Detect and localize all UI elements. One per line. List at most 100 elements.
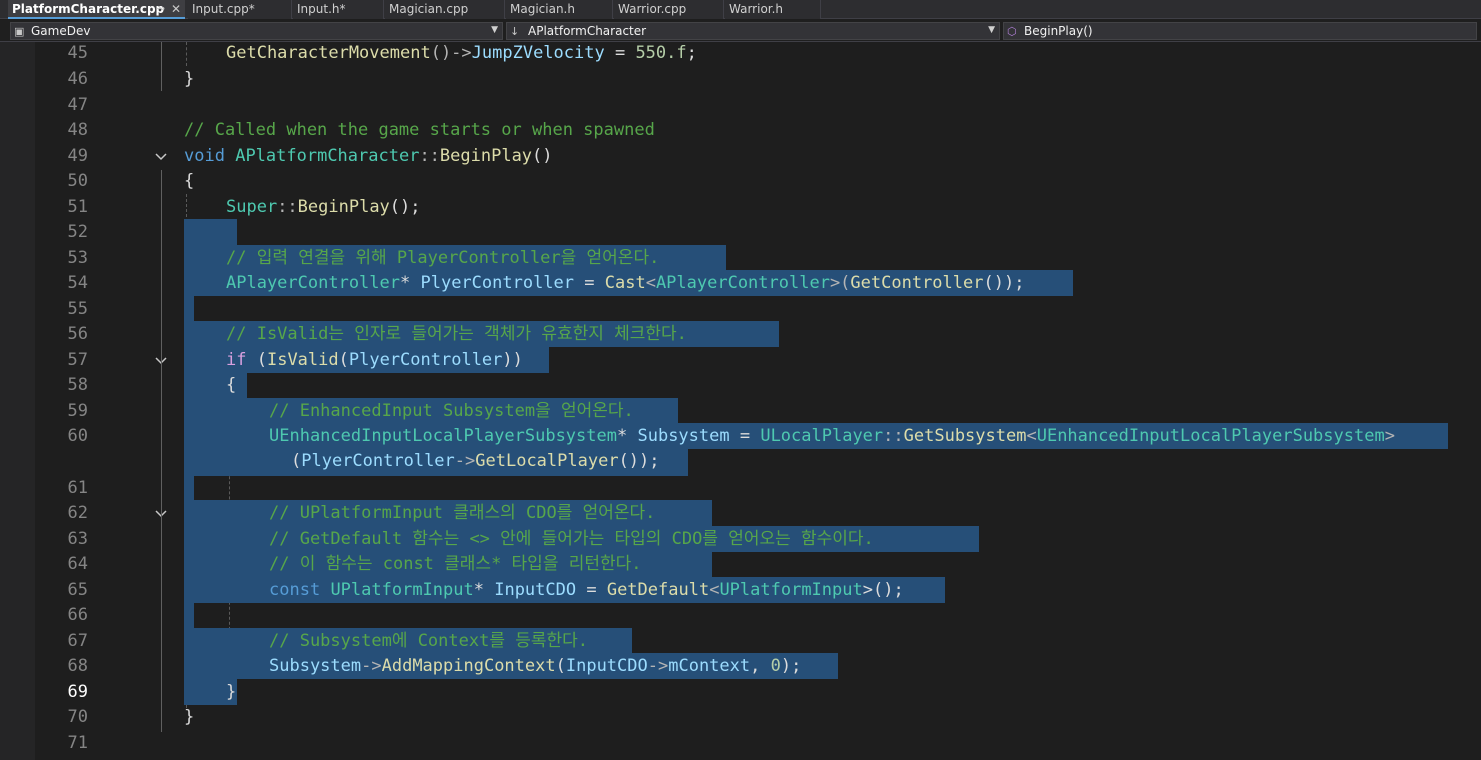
code-token: } <box>184 707 195 727</box>
code-line[interactable]: // IsValid는 인자로 들어가는 객체가 유효한지 체크한다. <box>226 324 687 344</box>
code-token: void <box>184 146 225 166</box>
code-token: < <box>645 273 656 293</box>
code-line[interactable]: } <box>184 707 194 727</box>
pin-icon[interactable]: ⊸ <box>156 0 165 17</box>
vertical-scrollbar[interactable] <box>1465 42 1481 760</box>
scope-dropdown[interactable]: ↓ APlatformCharacter ▼ <box>506 22 1000 40</box>
code-token: = <box>604 43 636 63</box>
selection-row <box>184 219 237 245</box>
line-number: 65 <box>67 580 88 600</box>
code-token: { <box>184 171 195 191</box>
code-line[interactable]: void APlatformCharacter::BeginPlay() <box>184 146 553 166</box>
code-editor[interactable]: 45 46 47 48 49 50 51 52 53 54 55 56 57 58 59 60 61 62 63 64… <box>0 42 1481 760</box>
tab-label: Magician.h <box>510 2 575 16</box>
code-token: // EnhancedInput Subsystem을 얻어온다. <box>269 401 634 421</box>
line-number: 51 <box>67 197 88 217</box>
code-line[interactable]: // GetDefault 함수는 <> 안에 들어가는 타입의 CDO를 얻어… <box>269 529 874 549</box>
tab-magician-h[interactable]: Magician.h <box>506 0 613 19</box>
code-line[interactable]: Super::BeginPlay(); <box>226 197 421 217</box>
line-number: 49 <box>67 146 88 166</box>
tab-warrior-cpp[interactable]: Warrior.cpp <box>614 0 724 19</box>
code-token: ()); <box>618 451 660 471</box>
code-token: BeginPlay <box>439 146 533 166</box>
line-number: 45 <box>67 43 88 63</box>
code-token: { <box>226 375 237 395</box>
code-line[interactable]: // 이 함수는 const 클래스* 타입을 리턴한다. <box>269 554 641 574</box>
code-token: ( <box>246 350 267 370</box>
tab-label: Input.h* <box>297 2 346 16</box>
code-line[interactable]: } <box>184 69 194 89</box>
code-line[interactable]: Subsystem->AddMappingContext(InputCDO->m… <box>269 656 801 676</box>
selection-row <box>184 475 194 501</box>
glyph-margin <box>0 42 35 760</box>
selection-row <box>184 296 194 322</box>
code-token: 0 <box>770 656 781 676</box>
code-line[interactable]: APlayerController* PlyerController = Cas… <box>226 273 1024 293</box>
line-number: 59 <box>67 401 88 421</box>
tab-magician-cpp[interactable]: Magician.cpp <box>385 0 505 19</box>
code-token: , <box>750 656 771 676</box>
code-token: ()-> <box>430 43 472 63</box>
line-number: 70 <box>67 707 88 727</box>
code-token: :: <box>419 146 440 166</box>
line-number: 57 <box>67 350 88 370</box>
line-number: 63 <box>67 529 88 549</box>
code-line[interactable]: // Subsystem에 Context를 등록한다. <box>269 631 588 651</box>
line-number: 67 <box>67 631 88 651</box>
member-dropdown[interactable]: ⬡ BeginPlay() <box>1003 22 1477 40</box>
code-token: UPlatformInput <box>719 580 863 600</box>
method-icon: ⬡ <box>1007 25 1017 38</box>
code-token: UEnhancedInputLocalPlayerSubsystem <box>269 426 617 446</box>
fold-chevron-icon[interactable] <box>154 150 168 164</box>
code-line[interactable]: // Called when the game starts or when s… <box>184 120 655 140</box>
code-token: :: <box>277 197 298 217</box>
close-icon[interactable]: ✕ <box>171 0 181 17</box>
line-number: 60 <box>67 426 88 446</box>
scope-name: APlatformCharacter <box>528 24 647 38</box>
code-line[interactable]: // UPlatformInput 클래스의 CDO를 얻어온다. <box>269 503 655 523</box>
code-token: ); <box>780 656 802 676</box>
code-line[interactable]: GetCharacterMovement()->JumpZVelocity = … <box>226 43 697 63</box>
line-number: 71 <box>67 733 88 753</box>
tab-bar: PlatformCharacter.cpp ⊸ ✕ Input.cpp* Inp… <box>0 0 1481 19</box>
code-line[interactable]: // 입력 연결을 위해 PlayerController을 얻어온다. <box>226 248 659 268</box>
code-token: * <box>617 426 638 446</box>
code-token: Subsystem <box>637 426 730 446</box>
tab-input-h[interactable]: Input.h* <box>293 0 384 19</box>
tab-input-cpp[interactable]: Input.cpp* <box>188 0 292 19</box>
code-line[interactable]: if (IsValid(PlyerController)) <box>226 350 523 370</box>
code-token: () <box>532 146 553 166</box>
code-token: mContext <box>668 656 751 676</box>
code-line[interactable]: } <box>226 682 236 702</box>
tab-label: Input.cpp* <box>192 2 255 16</box>
line-number: 47 <box>67 95 88 115</box>
scope-icon: ↓ <box>510 25 520 38</box>
code-line[interactable]: (PlyerController->GetLocalPlayer()); <box>291 451 660 471</box>
project-name: GameDev <box>31 24 91 38</box>
code-token: Cast <box>604 273 646 293</box>
code-token: ( <box>555 656 566 676</box>
code-token: PlyerController <box>420 273 575 293</box>
project-dropdown[interactable]: ▣ GameDev ▼ <box>10 22 503 40</box>
code-token: >( <box>829 273 851 293</box>
chevron-down-icon: ▼ <box>988 25 995 35</box>
tab-warrior-h[interactable]: Warrior.h <box>725 0 821 19</box>
chevron-down-icon: ▼ <box>491 25 498 35</box>
navigation-bar: ▣ GameDev ▼ ↓ APlatformCharacter ▼ ⬡ Beg… <box>0 20 1481 42</box>
code-line[interactable]: UEnhancedInputLocalPlayerSubsystem* Subs… <box>269 426 1395 446</box>
code-line[interactable]: // EnhancedInput Subsystem을 얻어온다. <box>269 401 634 421</box>
code-token: (); <box>389 197 421 217</box>
tab-platformcharacter-cpp[interactable]: PlatformCharacter.cpp ⊸ ✕ <box>8 0 185 19</box>
code-token: )) <box>502 350 523 370</box>
code-token: :: <box>883 426 904 446</box>
code-token: ULocalPlayer <box>760 426 884 446</box>
code-line[interactable]: { <box>226 375 236 395</box>
code-line[interactable]: const UPlatformInput* InputCDO = GetDefa… <box>269 580 904 600</box>
code-line[interactable]: { <box>184 171 194 191</box>
code-token: GetSubsystem <box>903 426 1027 446</box>
tab-label: PlatformCharacter.cpp <box>12 2 165 16</box>
code-token: InputCDO <box>494 580 577 600</box>
line-number: 68 <box>67 656 88 676</box>
code-token: Super <box>226 197 278 217</box>
